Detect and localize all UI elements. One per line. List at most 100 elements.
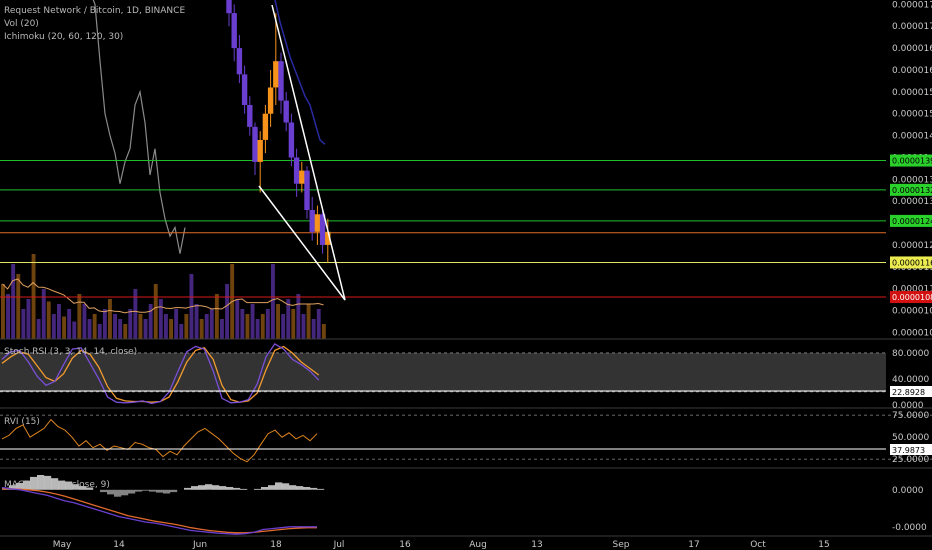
macd-tick-label: -0.0000 <box>892 523 927 533</box>
volume-bar <box>128 309 133 339</box>
rvi-line <box>1 418 318 463</box>
volume-bar <box>82 304 87 339</box>
price-tick-label: 0.00001500 <box>892 110 932 120</box>
volume-bar <box>62 316 66 339</box>
candle-body <box>267 87 274 114</box>
volume-bar <box>87 319 92 339</box>
macd-histogram-bar <box>233 487 241 490</box>
volume-bar <box>46 301 51 339</box>
volume-bar <box>250 304 255 339</box>
volume-bar <box>102 309 107 339</box>
chart-canvas[interactable]: 0.00001750 0.00001700 0.00001650 0.00001600… <box>0 0 932 550</box>
price-tick-label: 0.00001000 <box>892 328 932 338</box>
candle-body <box>288 122 295 158</box>
macd-tick-label: 0.0000 <box>892 486 924 496</box>
stoch-tick-label: 40.0000 <box>892 375 929 385</box>
macd-histogram-bar <box>170 489 178 493</box>
volume-bar <box>225 284 229 339</box>
stoch-tick-label: 0.0000 <box>892 401 924 411</box>
macd-histogram-bar <box>212 485 220 490</box>
time-tick-label: Oct <box>750 540 766 550</box>
macd-histogram-bar <box>296 486 304 490</box>
stoch-current-value: 22.8928 <box>892 388 925 397</box>
volume-bar <box>21 309 26 339</box>
volume-bar <box>77 294 82 339</box>
stoch-band <box>0 352 886 392</box>
volume-bar <box>265 309 270 339</box>
price-level-tag-label: 0.00001080 <box>892 293 932 302</box>
volume-bar <box>41 289 46 339</box>
time-tick-label: 15 <box>818 540 829 550</box>
volume-bar <box>271 264 275 339</box>
macd-histogram-bar <box>268 485 276 490</box>
price-level-tag-label: 0.00001393 <box>892 157 932 166</box>
price-tick-label: 0.00001650 <box>892 44 932 54</box>
macd-histogram-bar <box>254 488 262 490</box>
candle-body <box>231 13 237 49</box>
macd-line <box>1 486 317 535</box>
macd-histogram-bar <box>275 482 283 490</box>
price-tick-label: 0.00001050 <box>892 307 932 317</box>
macd-histogram-bar <box>135 489 143 492</box>
price-tick-label: 0.00001450 <box>892 132 932 142</box>
time-tick-label: 17 <box>688 540 699 550</box>
price-tick-label: 0.00001300 <box>892 197 932 207</box>
volume-bar <box>138 314 143 339</box>
rvi-tick-label: 75.0000 <box>892 411 929 421</box>
chart-title: Request Network / Bitcoin, 1D, BINANCE <box>4 6 186 16</box>
time-tick-label: Aug <box>469 540 487 550</box>
volume-bar <box>316 309 321 339</box>
candle-body <box>309 210 315 232</box>
volume-bar <box>51 314 56 339</box>
volume-bar <box>194 304 199 339</box>
volume-bar <box>321 324 326 339</box>
volume-bar <box>148 304 153 339</box>
candle-body <box>262 113 269 140</box>
volume-bar <box>16 274 21 339</box>
volume-bar <box>240 309 245 339</box>
macd-histogram-bar <box>121 489 129 496</box>
macd-histogram-bar <box>198 485 206 490</box>
volume-bar <box>108 299 112 339</box>
volume-bar <box>1 284 5 339</box>
macd-histogram-bar <box>107 489 115 495</box>
volume-bar <box>123 324 128 339</box>
volume-bar <box>36 319 41 339</box>
macd-histogram-bar <box>142 489 150 491</box>
price-tick-label: 0.00001700 <box>892 22 932 32</box>
candle-body <box>314 214 321 232</box>
falling-wedge-drawing <box>258 4 346 301</box>
candle-body <box>273 61 279 88</box>
volume-bar <box>306 304 311 339</box>
volume-bar <box>143 319 148 339</box>
macd-histogram-bar <box>128 489 136 494</box>
volume-bar <box>72 321 77 339</box>
price-tick-label: 0.00001200 <box>892 241 932 251</box>
time-tick-label: Jun <box>192 540 207 550</box>
rvi-label: RVI (15) <box>4 417 40 427</box>
volume-bar <box>184 314 189 339</box>
volume-bar <box>153 284 158 339</box>
volume-bar <box>291 309 296 339</box>
candle-body <box>283 100 289 123</box>
volume-bar <box>158 299 163 339</box>
volume-bar <box>92 314 97 339</box>
macd-histogram-bar <box>100 489 108 493</box>
volume-bar <box>174 309 179 339</box>
volume-bar <box>276 304 280 339</box>
macd-histogram-bar <box>226 487 234 490</box>
macd-histogram-bar <box>156 489 164 493</box>
volume-bar <box>260 314 265 339</box>
volume-bar <box>57 304 61 339</box>
macd-label: MACD (12, 26, close, 9) <box>4 480 110 490</box>
time-tick-label: 18 <box>270 540 282 550</box>
volume-bar <box>31 254 36 339</box>
candle-body <box>226 0 232 14</box>
volume-bar <box>209 309 214 339</box>
volume-bar <box>296 294 301 339</box>
price-tick-label: 0.00001600 <box>892 66 932 76</box>
candle-body <box>293 157 300 184</box>
volume-bar <box>164 314 168 339</box>
macd-histogram-bar <box>282 483 290 490</box>
volume-bar <box>235 299 240 339</box>
